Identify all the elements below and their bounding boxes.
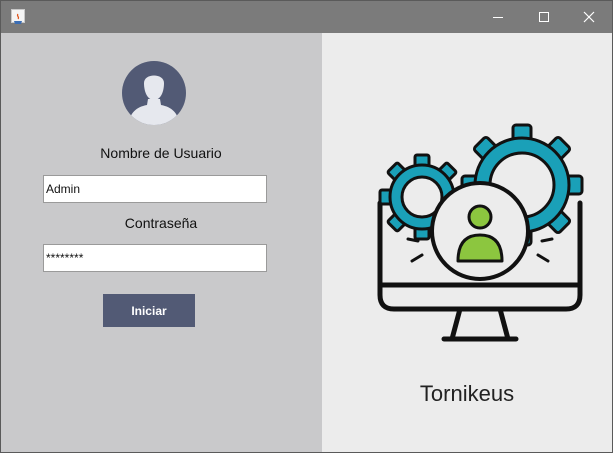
close-icon [583,11,595,23]
username-label: Nombre de Usuario [100,145,222,161]
password-label: Contraseña [124,215,198,231]
password-input[interactable] [43,244,267,272]
title-bar[interactable] [1,1,612,33]
maximize-button[interactable] [521,1,567,33]
brand-name: Tornikeus [419,381,515,406]
close-button[interactable] [566,1,612,33]
login-button[interactable]: Iniciar [103,294,195,327]
minimize-button[interactable] [475,1,521,33]
monitor-gears-user-icon [374,123,586,345]
maximize-icon [539,12,549,22]
user-avatar-icon [122,61,186,125]
username-input[interactable] [43,175,267,203]
brand-panel: Tornikeus [322,33,612,452]
java-app-icon [11,9,25,24]
login-panel: Nombre de Usuario Contraseña Iniciar [1,33,322,452]
login-window: Nombre de Usuario Contraseña Iniciar [0,0,613,453]
minimize-icon [493,17,503,18]
